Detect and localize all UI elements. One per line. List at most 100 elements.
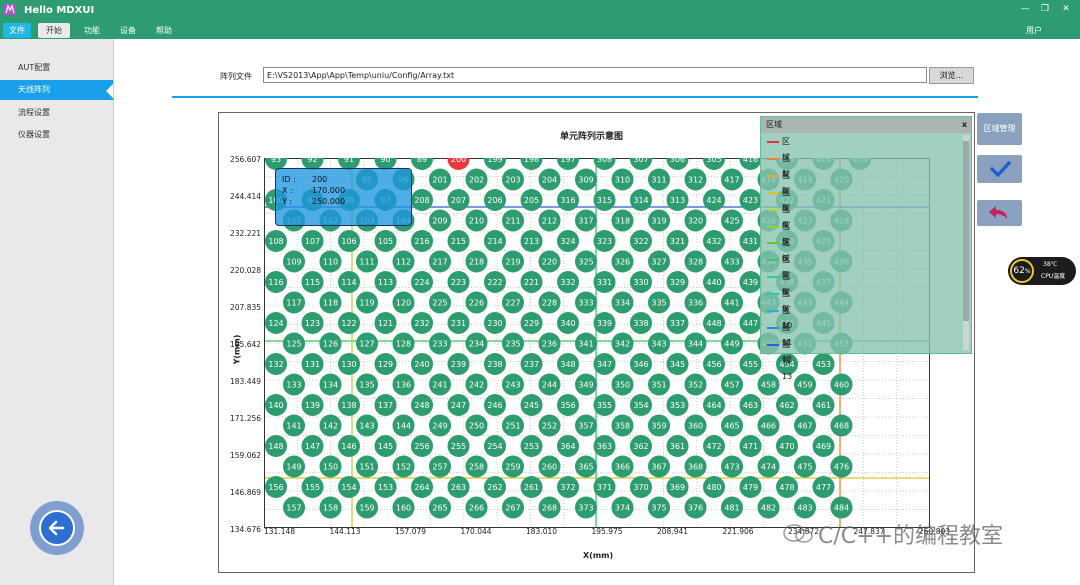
array-element[interactable]: 250 xyxy=(465,414,488,437)
array-element[interactable]: 146 xyxy=(338,435,360,457)
array-element[interactable]: 319 xyxy=(648,209,670,232)
region-scrollbar[interactable] xyxy=(963,135,969,350)
array-element[interactable]: 306 xyxy=(666,158,689,170)
array-element[interactable]: 375 xyxy=(648,496,670,519)
array-element[interactable]: 203 xyxy=(502,168,524,191)
menu-device[interactable]: 设备 xyxy=(114,23,142,38)
array-element[interactable]: 130 xyxy=(338,353,360,375)
array-element[interactable]: 124 xyxy=(265,312,287,334)
array-element[interactable]: 333 xyxy=(575,291,597,314)
array-element[interactable]: 252 xyxy=(538,414,561,437)
array-element[interactable]: 215 xyxy=(447,230,470,252)
array-element[interactable]: 328 xyxy=(684,250,707,273)
array-element[interactable]: 465 xyxy=(721,414,743,437)
array-element[interactable]: 339 xyxy=(593,312,616,334)
array-element[interactable]: 127 xyxy=(356,332,378,355)
array-element[interactable]: 447 xyxy=(739,312,762,334)
array-element[interactable]: 207 xyxy=(447,189,470,211)
array-element[interactable]: 264 xyxy=(411,476,433,498)
menu-start[interactable]: 开始 xyxy=(38,23,70,38)
array-element[interactable]: 138 xyxy=(338,394,360,416)
array-element[interactable]: 116 xyxy=(265,271,287,293)
array-element[interactable]: 212 xyxy=(538,209,561,232)
array-element[interactable]: 469 xyxy=(812,435,835,457)
array-element[interactable]: 134 xyxy=(319,373,342,396)
array-element[interactable]: 132 xyxy=(265,353,287,375)
array-element[interactable]: 123 xyxy=(301,312,324,334)
array-element[interactable]: 213 xyxy=(520,230,543,252)
array-element[interactable]: 137 xyxy=(374,394,397,416)
array-element[interactable]: 355 xyxy=(593,394,616,416)
array-element[interactable]: 247 xyxy=(447,394,470,416)
array-element[interactable]: 341 xyxy=(575,332,597,355)
array-element[interactable]: 136 xyxy=(392,373,415,396)
array-element[interactable]: 238 xyxy=(484,353,506,375)
array-element[interactable]: 321 xyxy=(666,230,689,252)
array-element[interactable]: 230 xyxy=(484,312,506,334)
array-element[interactable]: 305 xyxy=(703,158,725,170)
array-element[interactable]: 342 xyxy=(611,332,634,355)
array-element[interactable]: 89 xyxy=(411,158,433,170)
array-element[interactable]: 483 xyxy=(794,496,816,519)
array-element[interactable]: 144 xyxy=(392,414,415,437)
array-element[interactable]: 153 xyxy=(374,476,397,498)
array-element[interactable]: 251 xyxy=(502,414,524,437)
array-element[interactable]: 308 xyxy=(593,158,616,170)
array-element[interactable]: 331 xyxy=(593,271,616,293)
array-element[interactable]: 224 xyxy=(411,271,433,293)
array-element[interactable]: 309 xyxy=(575,168,597,191)
array-element[interactable]: 484 xyxy=(830,496,853,519)
array-element[interactable]: 482 xyxy=(757,496,780,519)
array-element[interactable]: 148 xyxy=(265,435,287,457)
array-element[interactable]: 476 xyxy=(830,455,853,478)
array-element[interactable]: 158 xyxy=(319,496,342,519)
array-element[interactable]: 225 xyxy=(429,291,451,314)
array-element[interactable]: 344 xyxy=(684,332,707,355)
array-element[interactable]: 361 xyxy=(666,435,689,457)
array-element[interactable]: 353 xyxy=(666,394,689,416)
array-element[interactable]: 129 xyxy=(374,353,397,375)
array-element[interactable]: 255 xyxy=(447,435,470,457)
array-element[interactable]: 327 xyxy=(648,250,670,273)
maximize-button[interactable]: ❐ xyxy=(1036,3,1054,15)
array-element[interactable]: 197 xyxy=(557,158,579,170)
array-element[interactable]: 145 xyxy=(374,435,397,457)
array-element[interactable]: 311 xyxy=(648,168,670,191)
array-element[interactable]: 228 xyxy=(538,291,561,314)
array-element[interactable]: 115 xyxy=(301,271,324,293)
array-element[interactable]: 462 xyxy=(776,394,798,416)
browse-button[interactable]: 浏览... xyxy=(929,67,974,84)
array-element[interactable]: 358 xyxy=(611,414,634,437)
array-element[interactable]: 350 xyxy=(611,373,634,396)
minimize-button[interactable]: — xyxy=(1016,3,1034,15)
array-element[interactable]: 417 xyxy=(721,168,743,191)
array-element[interactable]: 416 xyxy=(739,158,762,170)
array-element[interactable]: 439 xyxy=(739,271,762,293)
array-element[interactable]: 312 xyxy=(684,168,707,191)
array-element[interactable]: 320 xyxy=(684,209,707,232)
array-element[interactable]: 229 xyxy=(520,312,543,334)
region-manage-button[interactable]: 区域管理 xyxy=(977,113,1022,145)
array-element[interactable]: 233 xyxy=(429,332,451,355)
array-element[interactable]: 257 xyxy=(429,455,451,478)
array-element[interactable]: 214 xyxy=(484,230,506,252)
array-element[interactable]: 352 xyxy=(684,373,707,396)
array-element[interactable]: 473 xyxy=(721,455,743,478)
array-element[interactable]: 336 xyxy=(684,291,707,314)
array-element[interactable]: 467 xyxy=(794,414,816,437)
array-element[interactable]: 433 xyxy=(721,250,743,273)
array-element[interactable]: 441 xyxy=(721,291,743,314)
array-element[interactable]: 460 xyxy=(830,373,853,396)
array-element[interactable]: 480 xyxy=(703,476,725,498)
array-element[interactable]: 440 xyxy=(703,271,725,293)
array-element[interactable]: 246 xyxy=(484,394,506,416)
array-element[interactable]: 242 xyxy=(465,373,488,396)
menu-help[interactable]: 帮助 xyxy=(150,23,178,38)
array-element[interactable]: 156 xyxy=(265,476,287,498)
array-element[interactable]: 307 xyxy=(630,158,652,170)
array-element[interactable]: 106 xyxy=(338,230,360,252)
array-element[interactable]: 160 xyxy=(392,496,415,519)
array-element[interactable]: 147 xyxy=(301,435,324,457)
array-element[interactable]: 119 xyxy=(356,291,378,314)
array-element[interactable]: 345 xyxy=(666,353,689,375)
